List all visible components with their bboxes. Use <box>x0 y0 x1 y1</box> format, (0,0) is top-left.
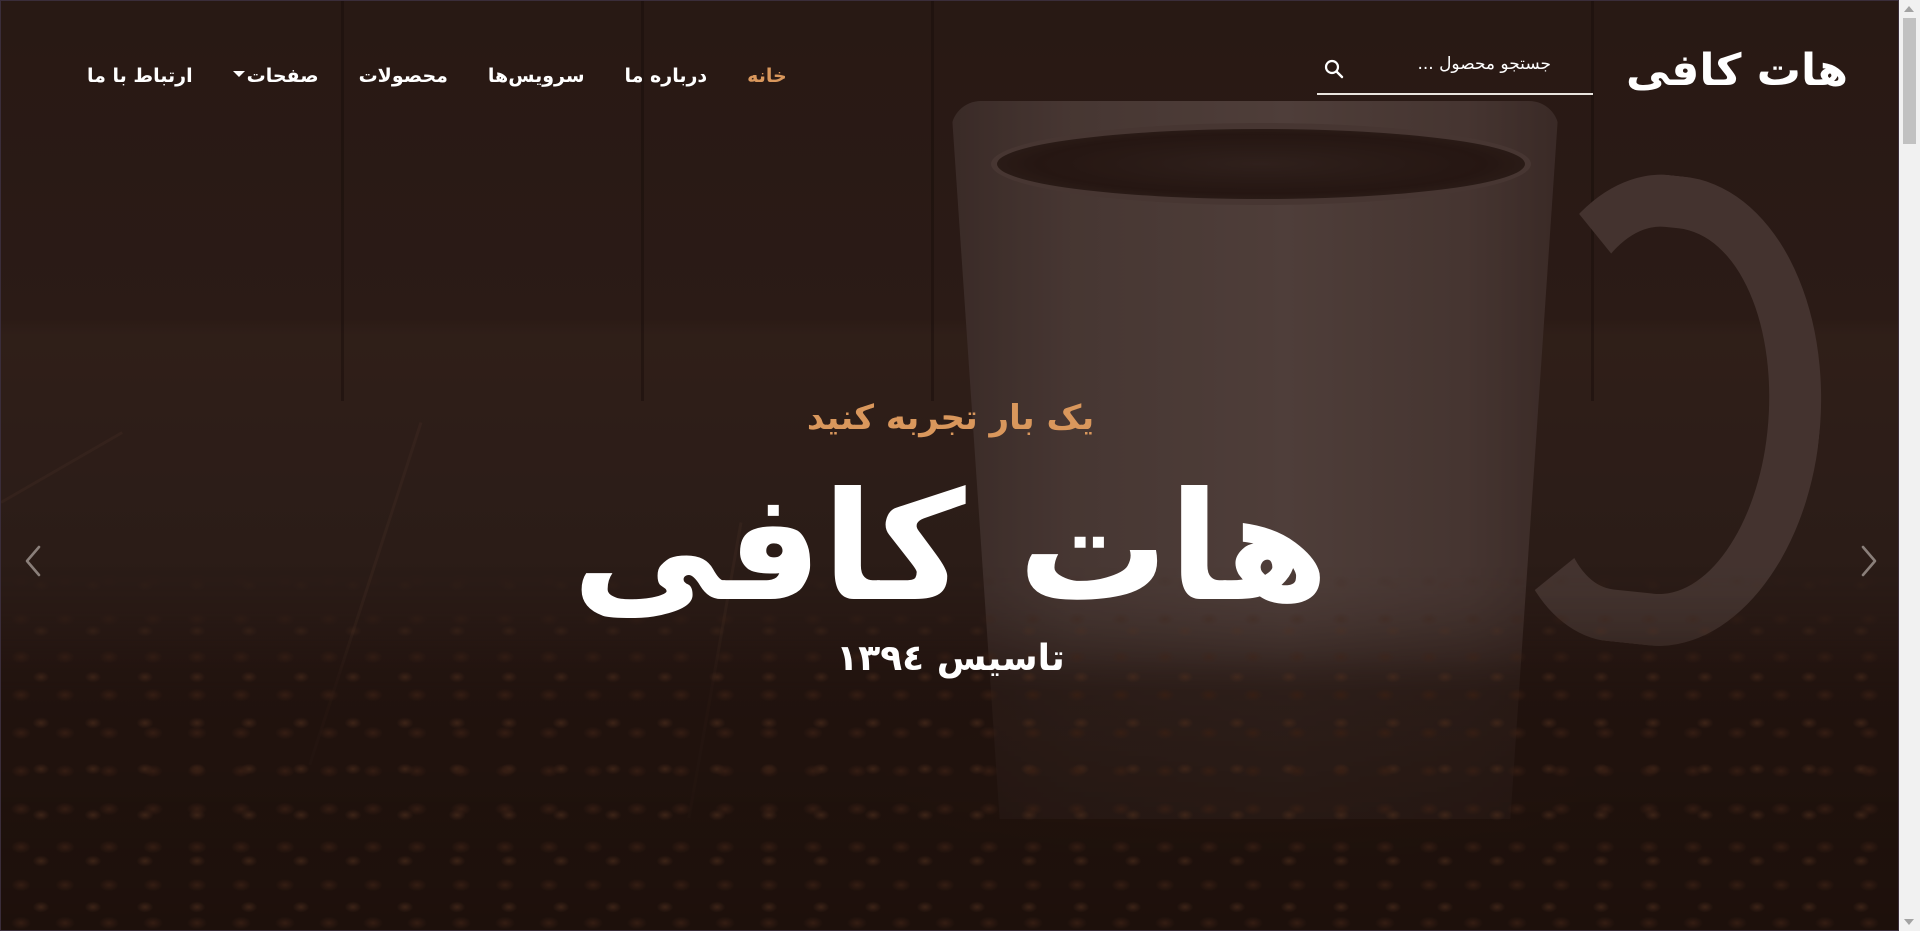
site-logo[interactable]: هات کافی <box>1626 41 1848 101</box>
search-input[interactable] <box>1349 53 1553 75</box>
nav-item-services[interactable]: سرویس‌ها <box>468 61 605 91</box>
nav-item-label: خانه <box>747 65 787 87</box>
nav-item-pages-dropdown[interactable]: صفحات <box>213 61 339 91</box>
slider-prev-button[interactable] <box>15 541 51 581</box>
nav-item-label: ارتباط با ما <box>87 65 193 87</box>
search-icon[interactable] <box>1322 57 1346 81</box>
main-nav: خانه درباره ما سرویس‌ها محصولات صفحات ار… <box>67 61 807 91</box>
page-scrollbar[interactable] <box>1899 0 1920 931</box>
nav-item-label: صفحات <box>246 65 319 87</box>
site-header: هات کافی خانه درباره ما سرویس‌ها محصولات <box>1 1 1898 151</box>
nav-item-home[interactable]: خانه <box>727 61 806 91</box>
caret-down-icon <box>232 71 245 77</box>
hero-tagline: یک بار تجربه کنید <box>806 398 1095 438</box>
scroll-down-icon[interactable] <box>1904 919 1914 925</box>
chevron-right-icon <box>1851 545 1887 585</box>
chevron-left-icon <box>15 545 51 585</box>
nav-item-label: سرویس‌ها <box>487 65 585 87</box>
scrollbar-thumb[interactable] <box>1903 18 1916 144</box>
search-bar <box>1317 45 1593 95</box>
nav-item-label: درباره ما <box>624 65 708 87</box>
nav-item-contact[interactable]: ارتباط با ما <box>67 61 213 91</box>
hero-founded: تاسیس ۱۳۹٤ <box>836 638 1065 679</box>
nav-item-about[interactable]: درباره ما <box>605 61 728 91</box>
hero-slider: هات کافی خانه درباره ما سرویس‌ها محصولات <box>0 0 1899 931</box>
slider-next-button[interactable] <box>1851 541 1887 581</box>
nav-item-products[interactable]: محصولات <box>339 61 468 91</box>
hero-title: هات کافی <box>572 461 1329 635</box>
scroll-up-icon[interactable] <box>1904 6 1914 12</box>
nav-item-label: محصولات <box>358 65 448 87</box>
